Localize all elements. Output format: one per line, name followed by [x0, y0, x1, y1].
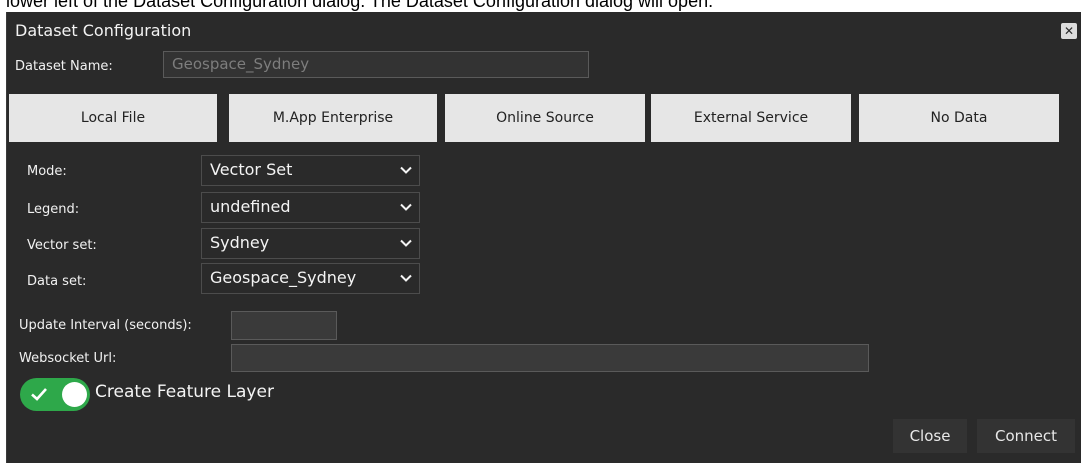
legend-select[interactable]: undefined — [201, 192, 420, 223]
toggle-knob — [62, 382, 87, 407]
vector-set-value: Sydney — [210, 233, 270, 252]
data-set-select[interactable]: Geospace_Sydney — [201, 263, 420, 294]
external-service-button[interactable]: External Service — [651, 94, 851, 142]
caption-strip: lower left of the Dataset Configuration … — [0, 0, 1084, 12]
legend-label: Legend: — [27, 202, 80, 217]
mapp-enterprise-button[interactable]: M.App Enterprise — [229, 94, 437, 142]
no-data-button[interactable]: No Data — [859, 94, 1059, 142]
chevron-down-icon — [400, 274, 412, 282]
vector-set-label: Vector set: — [27, 238, 97, 253]
caption-text: lower left of the Dataset Configuration … — [6, 0, 714, 11]
mode-select[interactable]: Vector Set — [201, 155, 420, 186]
data-set-label: Data set: — [27, 274, 87, 289]
chevron-down-icon — [400, 239, 412, 247]
update-interval-input[interactable] — [231, 311, 337, 340]
update-interval-label: Update Interval (seconds): — [19, 318, 192, 333]
close-button[interactable]: Close — [893, 419, 967, 453]
dialog-title: Dataset Configuration — [15, 21, 192, 40]
chevron-down-icon — [400, 166, 412, 174]
legend-value: undefined — [210, 197, 291, 216]
chevron-down-icon — [400, 203, 412, 211]
dataset-name-label: Dataset Name: — [15, 59, 113, 74]
mode-value: Vector Set — [210, 160, 293, 179]
vector-set-select[interactable]: Sydney — [201, 228, 420, 259]
mode-label: Mode: — [27, 164, 67, 179]
check-icon — [31, 388, 47, 401]
data-set-value: Geospace_Sydney — [210, 268, 357, 287]
dataset-name-input[interactable]: Geospace_Sydney — [163, 51, 589, 78]
local-file-button[interactable]: Local File — [9, 94, 217, 142]
close-icon[interactable]: ✕ — [1061, 23, 1077, 39]
websocket-url-input[interactable] — [231, 344, 869, 372]
create-feature-layer-toggle[interactable] — [20, 378, 90, 411]
dataset-configuration-dialog: Dataset Configuration ✕ Dataset Name: Ge… — [6, 12, 1081, 463]
connect-button[interactable]: Connect — [977, 419, 1075, 453]
online-source-button[interactable]: Online Source — [445, 94, 645, 142]
create-feature-layer-label: Create Feature Layer — [95, 382, 274, 402]
websocket-url-label: Websocket Url: — [19, 351, 117, 366]
